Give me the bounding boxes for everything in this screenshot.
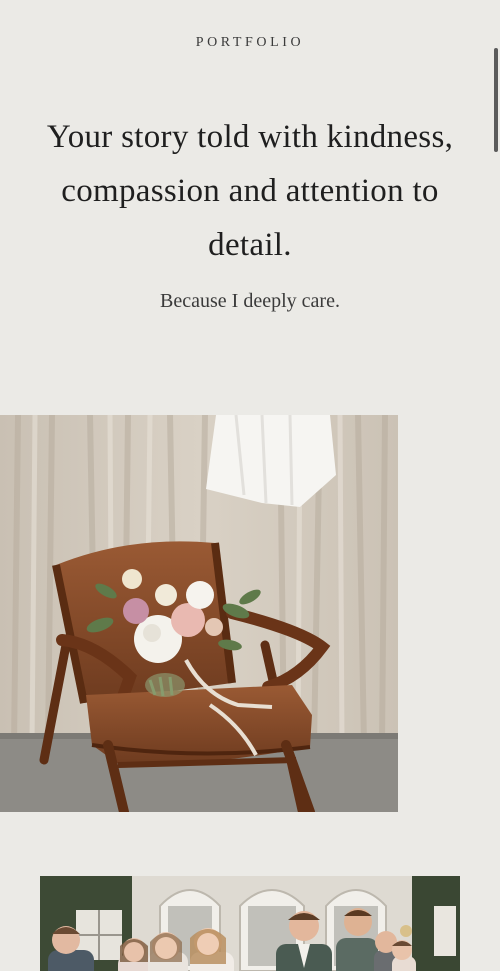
scrollbar[interactable] [492, 0, 500, 971]
page-eyebrow: PORTFOLIO [195, 35, 305, 50]
scrollbar-thumb[interactable] [494, 48, 498, 152]
chair-bouquet-photo [0, 415, 398, 812]
wedding-party-photo [40, 876, 460, 971]
page-headline: Your story told with kindness, compassio… [46, 119, 454, 263]
page-subline: Because I deeply care. [160, 290, 340, 312]
